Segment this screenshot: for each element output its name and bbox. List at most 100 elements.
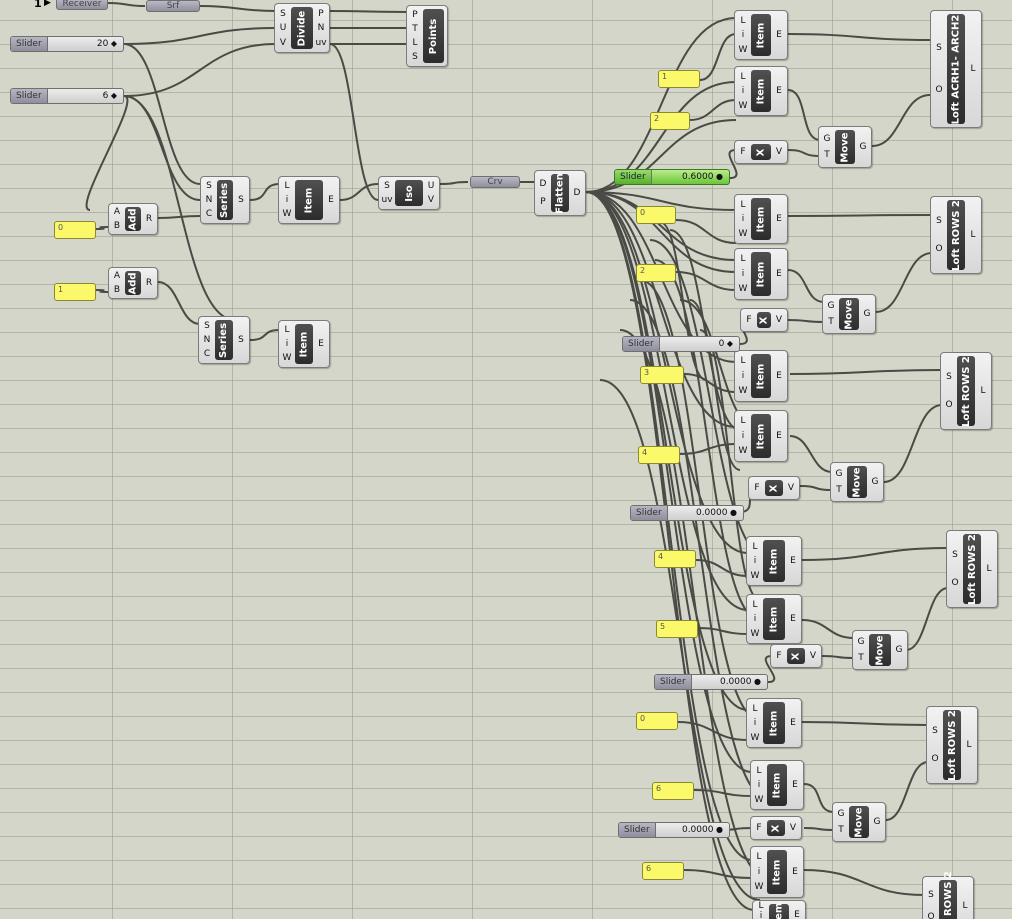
output-E[interactable]: E bbox=[776, 371, 782, 381]
input-B[interactable]: B bbox=[114, 285, 120, 295]
input-i[interactable]: i bbox=[286, 195, 289, 205]
component-vecx[interactable]: FXV bbox=[770, 644, 822, 668]
panel[interactable]: 0 bbox=[54, 221, 96, 239]
output-V[interactable]: V bbox=[428, 195, 434, 205]
input-W[interactable]: W bbox=[283, 353, 292, 363]
component-vecx[interactable]: FXV bbox=[734, 140, 788, 164]
component-move[interactable]: G T Move G bbox=[832, 802, 886, 842]
input-F[interactable]: F bbox=[740, 147, 745, 157]
output-E[interactable]: E bbox=[792, 867, 798, 877]
input-S[interactable]: S bbox=[932, 726, 938, 736]
output-L[interactable]: L bbox=[970, 64, 975, 74]
component-flatten[interactable]: D P Flatten D bbox=[534, 170, 586, 216]
number-slider[interactable]: Slider 0.6000 ● bbox=[614, 169, 730, 185]
input-i[interactable]: i bbox=[758, 867, 761, 877]
input-G[interactable]: G bbox=[836, 469, 843, 479]
input-uv[interactable]: uv bbox=[381, 195, 392, 205]
input-L[interactable]: L bbox=[284, 325, 289, 335]
param-crv[interactable]: Crv bbox=[470, 176, 520, 188]
component-add[interactable]: A B Add R bbox=[108, 203, 158, 235]
output-P[interactable]: P bbox=[318, 9, 323, 19]
input-G[interactable]: G bbox=[838, 809, 845, 819]
receiver[interactable]: Receiver bbox=[56, 0, 108, 10]
component-loft_rows[interactable]: S O Loft ROWS 2L bbox=[940, 352, 992, 430]
output-E[interactable]: E bbox=[790, 556, 796, 566]
panel[interactable]: 4 bbox=[638, 446, 680, 464]
panel[interactable]: 2 bbox=[636, 264, 676, 282]
input-T[interactable]: T bbox=[838, 825, 844, 835]
output-S[interactable]: S bbox=[238, 195, 244, 205]
number-slider[interactable]: Slider 0.0000 ● bbox=[654, 674, 768, 690]
input-L[interactable]: L bbox=[752, 600, 757, 610]
input-L[interactable]: L bbox=[740, 200, 745, 210]
input-i[interactable]: i bbox=[742, 269, 745, 279]
component-loft_rows[interactable]: S O Loft ROWS 2L bbox=[926, 706, 978, 784]
number-slider[interactable]: Slider 0 ◆ bbox=[622, 336, 740, 352]
input-W[interactable]: W bbox=[739, 386, 748, 396]
input-L[interactable]: L bbox=[752, 542, 757, 552]
input-i[interactable]: i bbox=[758, 780, 761, 790]
output-N[interactable]: N bbox=[318, 23, 325, 33]
component-series[interactable]: S N C Series S bbox=[200, 176, 250, 224]
output-L[interactable]: L bbox=[962, 901, 967, 911]
number-slider[interactable]: Slider 20 ◆ bbox=[10, 36, 124, 52]
slider-knob-circle-icon[interactable]: ● bbox=[751, 677, 761, 686]
output-D[interactable]: D bbox=[574, 188, 581, 198]
input-S[interactable]: S bbox=[946, 372, 952, 382]
output-V[interactable]: V bbox=[790, 823, 796, 833]
input-L[interactable]: L bbox=[740, 16, 745, 26]
input-F[interactable]: F bbox=[776, 651, 781, 661]
output-E[interactable]: E bbox=[790, 614, 796, 624]
output-E[interactable]: E bbox=[318, 339, 324, 349]
input-F[interactable]: F bbox=[756, 823, 761, 833]
slider-knob-diamond-icon[interactable]: ◆ bbox=[108, 39, 117, 48]
input-U[interactable]: U bbox=[280, 23, 287, 33]
component-divide[interactable]: S U V Divide P Nuv bbox=[274, 3, 330, 53]
input-T[interactable]: T bbox=[836, 485, 842, 495]
component-vecx[interactable]: FXV bbox=[750, 816, 802, 840]
input-O[interactable]: O bbox=[931, 754, 938, 764]
component-vecx[interactable]: FXV bbox=[740, 308, 788, 332]
input-S[interactable]: S bbox=[936, 216, 942, 226]
number-slider[interactable]: Slider 0.0000 ● bbox=[630, 505, 744, 521]
input-L[interactable]: L bbox=[740, 72, 745, 82]
output-E[interactable]: E bbox=[776, 214, 782, 224]
input-W[interactable]: W bbox=[283, 209, 292, 219]
grasshopper-canvas[interactable]: S U V Divide P Nuv P T L S Points A B Add R A B Add R S N C Se… bbox=[0, 0, 1012, 919]
output-U[interactable]: U bbox=[428, 181, 435, 191]
output-G[interactable]: G bbox=[860, 142, 867, 152]
output-L[interactable]: L bbox=[970, 230, 975, 240]
input-i[interactable]: i bbox=[742, 431, 745, 441]
component-add[interactable]: A B Add R bbox=[108, 267, 158, 299]
panel[interactable]: 0 bbox=[636, 712, 678, 730]
input-L[interactable]: L bbox=[740, 356, 745, 366]
slider-knob-circle-icon[interactable]: ● bbox=[727, 508, 737, 517]
component-item[interactable]: LiWItemE bbox=[750, 760, 804, 810]
component-item[interactable]: LiWItemE bbox=[278, 320, 330, 368]
input-S[interactable]: S bbox=[206, 181, 212, 191]
input-S[interactable]: S bbox=[936, 43, 942, 53]
input-G[interactable]: G bbox=[828, 301, 835, 311]
input-L[interactable]: L bbox=[752, 704, 757, 714]
input-A[interactable]: A bbox=[114, 271, 120, 281]
input-W[interactable]: W bbox=[755, 795, 764, 805]
number-slider[interactable]: Slider 0.0000 ● bbox=[618, 822, 730, 838]
input-S[interactable]: S bbox=[412, 52, 418, 62]
component-item[interactable]: LiWItemE bbox=[734, 194, 788, 244]
input-A[interactable]: A bbox=[114, 207, 120, 217]
output-L[interactable]: L bbox=[966, 740, 971, 750]
output-L[interactable]: L bbox=[980, 386, 985, 396]
input-W[interactable]: W bbox=[739, 229, 748, 239]
input-W[interactable]: W bbox=[755, 882, 764, 892]
component-item[interactable]: LiWItemE bbox=[734, 248, 788, 300]
output-E[interactable]: E bbox=[776, 30, 782, 40]
component-item[interactable]: LiWItemE bbox=[750, 846, 804, 898]
input-W[interactable]: W bbox=[739, 446, 748, 456]
component-points[interactable]: P T L S Points bbox=[406, 5, 448, 67]
component-item[interactable]: LiWItemE bbox=[746, 594, 802, 644]
input-D[interactable]: D bbox=[540, 179, 547, 189]
input-P[interactable]: P bbox=[412, 10, 417, 20]
panel[interactable]: 3 bbox=[640, 366, 684, 384]
input-L[interactable]: L bbox=[412, 38, 417, 48]
component-item[interactable]: LiWItemE bbox=[734, 66, 788, 116]
